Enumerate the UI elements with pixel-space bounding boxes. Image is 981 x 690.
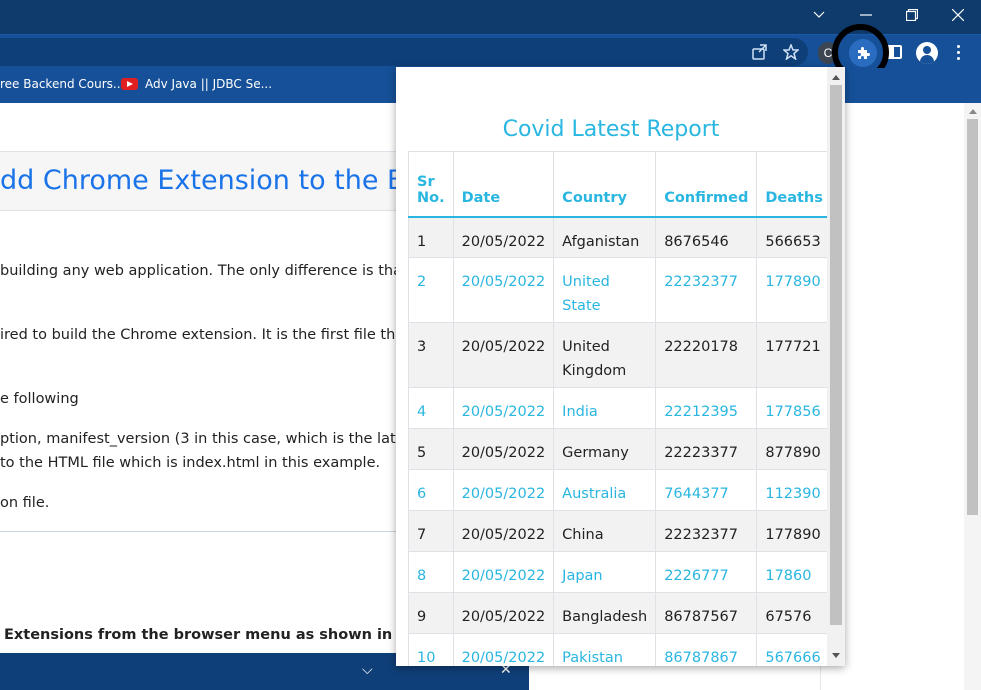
cell-deaths: 67576 xyxy=(756,592,832,634)
profile-icon[interactable] xyxy=(916,42,938,64)
cell-date: 20/05/2022 xyxy=(452,592,555,634)
cell-confirmed: 22232377 xyxy=(655,510,758,552)
table-row: 6 20/05/2022 Australia 7644377 112390 xyxy=(408,469,832,511)
column-header-sr-no: Sr No. xyxy=(408,151,454,218)
bookmark-item[interactable]: ree Backend Cours... xyxy=(0,77,124,91)
cell-confirmed: 22220178 xyxy=(655,322,758,388)
restore-icon[interactable] xyxy=(889,0,935,30)
paragraph-text: on file. xyxy=(0,495,50,511)
paragraph-text: e following xyxy=(0,391,79,407)
cell-confirmed: 2226777 xyxy=(655,551,758,593)
table-row: 5 20/05/2022 Germany 22223377 877890 xyxy=(408,428,832,470)
cell-confirmed: 22212395 xyxy=(655,387,758,429)
scroll-up-icon[interactable] xyxy=(969,109,977,114)
scroll-up-icon[interactable] xyxy=(832,75,840,80)
scroll-down-icon[interactable] xyxy=(832,653,840,658)
cell-confirmed: 22232377 xyxy=(655,257,758,323)
cell-deaths: 177890 xyxy=(756,257,832,323)
share-icon[interactable] xyxy=(750,42,770,62)
table-header-row: Sr No. Date Country Confirmed Deaths xyxy=(408,151,832,218)
cell-country: India xyxy=(553,387,657,429)
cell-date: 20/05/2022 xyxy=(452,510,555,552)
tab-search-chevron-down-icon[interactable] xyxy=(796,0,842,30)
table-row: 1 20/05/2022 Afganistan 8676546 566653 xyxy=(408,216,832,258)
cell-deaths: 566653 xyxy=(756,216,832,258)
scrollbar-thumb[interactable] xyxy=(967,119,978,515)
cell-country: Bangladesh xyxy=(553,592,657,634)
star-icon[interactable] xyxy=(781,42,801,62)
cell-sr: 9 xyxy=(408,592,454,634)
close-icon[interactable] xyxy=(935,0,981,30)
cell-date: 20/05/2022 xyxy=(452,469,555,511)
cell-date: 20/05/2022 xyxy=(452,216,555,258)
divider xyxy=(0,531,420,532)
bookmark-item[interactable]: Adv Java || JDBC Se... xyxy=(145,77,272,91)
cell-country: China xyxy=(553,510,657,552)
cell-sr: 7 xyxy=(408,510,454,552)
cell-deaths: 177856 xyxy=(756,387,832,429)
cell-sr: 6 xyxy=(408,469,454,511)
cell-country: Germany xyxy=(553,428,657,470)
cell-deaths: 177890 xyxy=(756,510,832,552)
column-header-deaths: Deaths xyxy=(756,151,832,218)
table-row: 9 20/05/2022 Bangladesh 86787567 67576 xyxy=(408,592,832,634)
cell-date: 20/05/2022 xyxy=(452,633,555,666)
table-row: 8 20/05/2022 Japan 2226777 17860 xyxy=(408,551,832,593)
cell-country: Afganistan xyxy=(553,216,657,258)
cell-confirmed: 8676546 xyxy=(655,216,758,258)
menu-icon[interactable] xyxy=(957,45,961,61)
cell-sr: 2 xyxy=(408,257,454,323)
paragraph-text: building any web application. The only d… xyxy=(0,263,408,279)
popup-title: Covid Latest Report xyxy=(502,117,720,142)
cell-date: 20/05/2022 xyxy=(452,387,555,429)
cell-sr: 5 xyxy=(408,428,454,470)
cell-country: Japan xyxy=(553,551,657,593)
cell-country: United Kingdom xyxy=(553,322,657,388)
cell-date: 20/05/2022 xyxy=(452,322,555,388)
paragraph-text: to the HTML file which is index.html in … xyxy=(0,455,381,471)
address-bar[interactable] xyxy=(0,38,808,66)
cell-deaths: 177721 xyxy=(756,322,832,388)
paragraph-text: ired to build the Chrome extension. It i… xyxy=(0,327,418,343)
cell-date: 20/05/2022 xyxy=(452,551,555,593)
cell-sr: 4 xyxy=(408,387,454,429)
table-row: 7 20/05/2022 China 22232377 177890 xyxy=(408,510,832,552)
table-row: 10 20/05/2022 Pakistan 86787867 567666 xyxy=(408,633,832,666)
table-row: 2 20/05/2022 United State 22232377 17789… xyxy=(408,257,832,323)
column-header-confirmed: Confirmed xyxy=(655,151,758,218)
cell-sr: 10 xyxy=(408,633,454,666)
column-header-country: Country xyxy=(553,151,657,218)
popup-scrollbar[interactable] xyxy=(827,67,845,666)
cell-country: Pakistan xyxy=(553,633,657,666)
youtube-icon xyxy=(121,78,138,90)
instruction-text: Extensions from the browser menu as show… xyxy=(4,627,454,643)
cell-sr: 8 xyxy=(408,551,454,593)
paragraph-text: ption, manifest_version (3 in this case,… xyxy=(0,431,418,447)
cell-country: United State xyxy=(553,257,657,323)
cell-deaths: 112390 xyxy=(756,469,832,511)
chevron-down-icon[interactable]: ⌵ xyxy=(362,661,373,678)
scrollbar-thumb[interactable] xyxy=(830,85,842,625)
cell-sr: 1 xyxy=(408,216,454,258)
cell-confirmed: 7644377 xyxy=(655,469,758,511)
cell-date: 20/05/2022 xyxy=(452,257,555,323)
extension-popup: Covid Latest Report Sr No. Date Country … xyxy=(396,67,845,666)
cell-confirmed: 86787567 xyxy=(655,592,758,634)
cell-sr: 3 xyxy=(408,322,454,388)
cell-deaths: 567666 xyxy=(756,633,832,666)
page-scrollbar[interactable] xyxy=(964,103,981,690)
cell-date: 20/05/2022 xyxy=(452,428,555,470)
table-row: 3 20/05/2022 United Kingdom 22220178 177… xyxy=(408,322,832,388)
covid-report-table: Sr No. Date Country Confirmed Deaths 1 2… xyxy=(408,151,832,666)
cell-deaths: 17860 xyxy=(756,551,832,593)
cell-confirmed: 86787867 xyxy=(655,633,758,666)
cell-confirmed: 22223377 xyxy=(655,428,758,470)
table-row: 4 20/05/2022 India 22212395 177856 xyxy=(408,387,832,429)
page-title: dd Chrome Extension to the Bro xyxy=(0,165,433,196)
column-header-date: Date xyxy=(452,151,555,218)
cell-deaths: 877890 xyxy=(756,428,832,470)
window-title-bar xyxy=(0,0,981,34)
cell-country: Australia xyxy=(553,469,657,511)
